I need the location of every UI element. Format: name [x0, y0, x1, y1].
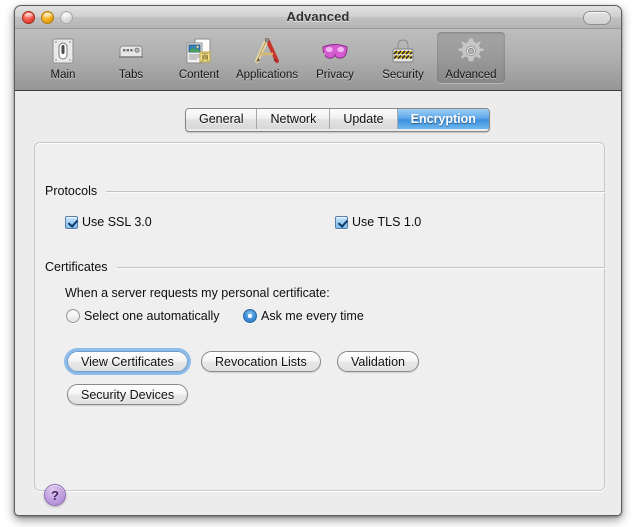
ask-every-time-radio[interactable]: [243, 309, 257, 323]
content-pages-icon: 頁: [183, 35, 215, 67]
view-certificates-button[interactable]: View Certificates: [64, 348, 191, 375]
security-devices-button[interactable]: Security Devices: [67, 384, 189, 405]
validation-button[interactable]: Validation: [337, 351, 419, 372]
protocols-group-header: Protocols: [45, 184, 605, 198]
select-automatically-radio-row[interactable]: Select one automatically: [66, 309, 220, 323]
tab-update[interactable]: Update: [330, 109, 398, 129]
toolbar-item-label: Main: [50, 69, 76, 81]
certificate-prompt-label: When a server requests my personal certi…: [65, 286, 330, 300]
mask-icon: [319, 35, 351, 67]
title-bar[interactable]: Advanced: [15, 6, 621, 29]
tab-encryption[interactable]: Encryption: [397, 109, 489, 129]
toolbar-item-content[interactable]: 頁 Content: [165, 32, 233, 83]
toolbar-item-label: Applications: [235, 69, 298, 81]
toolbar-item-privacy[interactable]: Privacy: [301, 32, 369, 83]
tab-network[interactable]: Network: [257, 109, 331, 129]
toolbar-item-security[interactable]: Security: [369, 32, 437, 83]
toolbar-item-label: Privacy: [316, 69, 354, 81]
tab-general[interactable]: General: [186, 109, 258, 129]
protocols-heading: Protocols: [45, 184, 98, 198]
ask-every-time-radio-row[interactable]: Ask me every time: [243, 309, 364, 323]
toolbar-item-label: Tabs: [118, 69, 144, 81]
toolbar: Main Tabs 頁 Content Applications Privacy…: [15, 29, 621, 91]
use-ssl-checkbox-row[interactable]: Use SSL 3.0: [65, 215, 152, 229]
toolbar-item-label: Security: [382, 69, 424, 81]
svg-text:頁: 頁: [201, 53, 209, 62]
use-tls-checkbox[interactable]: [335, 215, 348, 229]
tab-bar: General Network Update Encryption: [185, 108, 490, 132]
certificates-divider: [116, 266, 605, 268]
use-tls-label: Use TLS 1.0: [352, 215, 422, 229]
select-automatically-label: Select one automatically: [84, 309, 220, 323]
drafting-tools-icon: [251, 35, 283, 67]
toggle-switch-icon: [47, 35, 79, 67]
use-ssl-label: Use SSL 3.0: [82, 215, 152, 229]
ask-every-time-label: Ask me every time: [261, 309, 364, 323]
certificates-heading: Certificates: [45, 260, 108, 274]
window-title: Advanced: [286, 9, 350, 24]
toolbar-item-tabs[interactable]: Tabs: [97, 32, 165, 83]
toolbar-item-label: Advanced: [445, 69, 497, 81]
use-tls-checkbox-row[interactable]: Use TLS 1.0: [335, 215, 421, 229]
protocols-divider: [106, 190, 605, 192]
toolbar-item-label: Content: [178, 69, 220, 81]
toolbar-item-main[interactable]: Main: [29, 32, 97, 83]
padlock-icon: [387, 35, 419, 67]
toolbar-item-applications[interactable]: Applications: [233, 32, 301, 83]
tabs-icon: [115, 35, 147, 67]
use-ssl-checkbox[interactable]: [65, 215, 78, 229]
help-button[interactable]: ?: [44, 484, 66, 506]
toolbar-toggle-button[interactable]: [583, 11, 611, 25]
toolbar-item-advanced[interactable]: Advanced: [437, 32, 505, 83]
select-automatically-radio[interactable]: [66, 309, 80, 323]
preferences-window: Advanced Main Tabs 頁 Content Application…: [14, 5, 622, 516]
content-area: General Network Update Encryption Protoc…: [15, 91, 621, 515]
revocation-lists-button[interactable]: Revocation Lists: [201, 351, 321, 372]
gear-icon: [455, 35, 487, 67]
certificates-group-header: Certificates: [45, 260, 605, 274]
